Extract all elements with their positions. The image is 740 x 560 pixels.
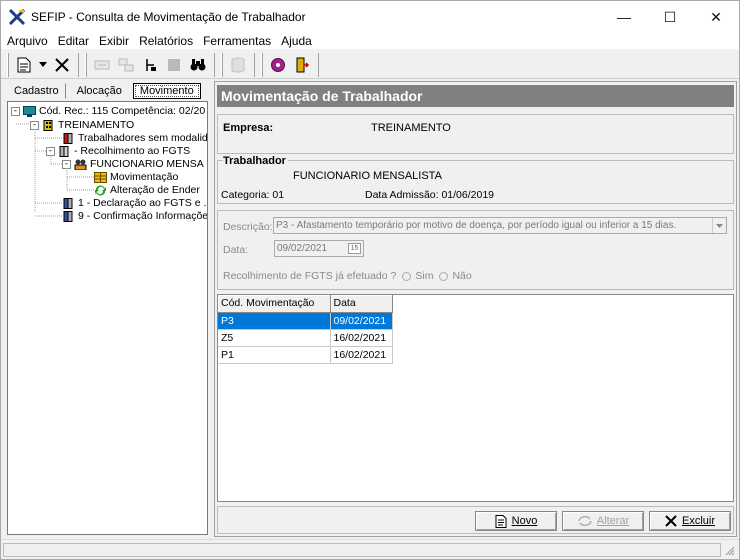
trabalhador-name: FUNCIONARIO MENSALISTA xyxy=(293,170,442,182)
close-button[interactable]: ✕ xyxy=(693,1,739,33)
database-icon[interactable] xyxy=(228,55,248,75)
cell-data: 16/02/2021 xyxy=(330,346,393,364)
alterar-label: Alterar xyxy=(596,515,630,527)
left-panel: Cadastro Alocação Movimento - Cód. Rec.:… xyxy=(3,81,210,537)
binoculars-icon[interactable] xyxy=(188,55,208,75)
recolhimento-question: Recolhimento de FGTS já efetuado ? Sim N… xyxy=(223,270,472,282)
movement-grid: Cód. Movimentação Data P3 09/02/2021 Z5 … xyxy=(217,294,734,502)
sefip-app-icon xyxy=(8,8,26,26)
recolhimento-label: Recolhimento de FGTS já efetuado ? xyxy=(223,270,397,282)
menu-editar[interactable]: Editar xyxy=(58,34,89,48)
movement-table: Cód. Movimentação Data P3 09/02/2021 Z5 … xyxy=(218,295,393,364)
tab-alocacao[interactable]: Alocação xyxy=(70,83,129,99)
cell-data: 09/02/2021 xyxy=(330,312,393,330)
data-label: Data: xyxy=(223,244,249,256)
tab-cadastro[interactable]: Cadastro xyxy=(7,83,66,99)
title-bar: SEFIP - Consulta de Movimentação de Trab… xyxy=(1,1,739,33)
table-row[interactable]: P3 09/02/2021 xyxy=(218,312,393,330)
excluir-label: Excluir xyxy=(681,515,715,527)
alterar-button[interactable]: Alterar xyxy=(562,511,644,531)
menu-exibir[interactable]: Exibir xyxy=(99,34,129,48)
cell-cod: P1 xyxy=(218,346,331,364)
tree-connector-lines xyxy=(15,115,94,217)
delete-x-icon[interactable] xyxy=(52,55,72,75)
radio-nao-label: Não xyxy=(452,270,472,282)
maximize-button[interactable]: ☐ xyxy=(647,1,693,33)
table-row[interactable]: Z5 16/02/2021 xyxy=(218,329,393,347)
data-value: 09/02/2021 xyxy=(277,243,328,254)
right-panel: Movimentação de Trabalhador Empresa: TRE… xyxy=(214,81,737,537)
disk-help-icon[interactable] xyxy=(268,55,288,75)
move-left-icon[interactable] xyxy=(92,55,112,75)
window-title: SEFIP - Consulta de Movimentação de Trab… xyxy=(31,10,306,24)
data-admissao-text: Data Admissão: 01/06/2019 xyxy=(365,189,495,201)
new-document-icon xyxy=(495,514,507,528)
tab-strip: Cadastro Alocação Movimento xyxy=(7,83,205,101)
novo-button[interactable]: Novo xyxy=(475,511,557,531)
menu-ajuda[interactable]: Ajuda xyxy=(281,34,312,48)
column-header-cod[interactable]: Cód. Movimentação xyxy=(218,295,331,313)
dropdown-arrow-icon[interactable] xyxy=(38,55,48,75)
delete-x-icon xyxy=(665,515,677,527)
navigation-tree: - Cód. Rec.: 115 Competência: 02/20 - TR… xyxy=(7,101,208,535)
exit-door-icon[interactable] xyxy=(292,55,312,75)
main-window: SEFIP - Consulta de Movimentação de Trab… xyxy=(0,0,740,560)
novo-label: Novo xyxy=(511,515,538,527)
empresa-group xyxy=(217,114,734,154)
column-header-data[interactable]: Data xyxy=(330,295,393,313)
trabalhador-label: Trabalhador xyxy=(223,155,288,167)
table-icon[interactable] xyxy=(164,55,184,75)
refresh-icon xyxy=(578,515,592,527)
excluir-button[interactable]: Excluir xyxy=(649,511,731,531)
radio-nao[interactable] xyxy=(439,271,449,281)
menu-ferramentas[interactable]: Ferramentas xyxy=(203,34,271,48)
descricao-value: P3 - Afastamento temporário por motivo d… xyxy=(276,220,677,231)
calendar-icon[interactable]: 15 xyxy=(348,243,361,254)
minimize-button[interactable]: — xyxy=(601,1,647,33)
cell-cod: P3 xyxy=(218,312,331,330)
descricao-select[interactable]: P3 - Afastamento temporário por motivo d… xyxy=(273,217,727,234)
data-input[interactable]: 09/02/2021 15 xyxy=(274,240,364,257)
new-document-icon[interactable] xyxy=(14,55,34,75)
toolbar xyxy=(1,51,739,79)
structure-icon[interactable] xyxy=(140,55,160,75)
categoria-text: Categoria: 01 xyxy=(221,189,285,201)
cell-data: 16/02/2021 xyxy=(330,329,393,347)
menu-arquivo[interactable]: Arquivo xyxy=(7,34,48,48)
status-panel xyxy=(3,543,721,557)
radio-sim-label: Sim xyxy=(415,270,434,282)
descricao-label: Descrição: xyxy=(223,221,273,233)
empresa-label: Empresa: xyxy=(223,122,274,134)
menu-relatorios[interactable]: Relatórios xyxy=(139,34,193,48)
move-right-icon[interactable] xyxy=(116,55,136,75)
tab-movimento[interactable]: Movimento xyxy=(132,83,201,99)
chevron-down-icon[interactable] xyxy=(712,218,726,233)
cell-cod: Z5 xyxy=(218,329,331,347)
resize-grip-icon[interactable] xyxy=(725,546,735,556)
panel-header: Movimentação de Trabalhador xyxy=(217,85,734,107)
menu-bar: Arquivo Editar Exibir Relatórios Ferrame… xyxy=(1,33,739,49)
status-bar xyxy=(1,539,739,559)
radio-sim[interactable] xyxy=(402,271,412,281)
empresa-value: TREINAMENTO xyxy=(371,122,451,134)
table-row[interactable]: P1 16/02/2021 xyxy=(218,346,393,364)
